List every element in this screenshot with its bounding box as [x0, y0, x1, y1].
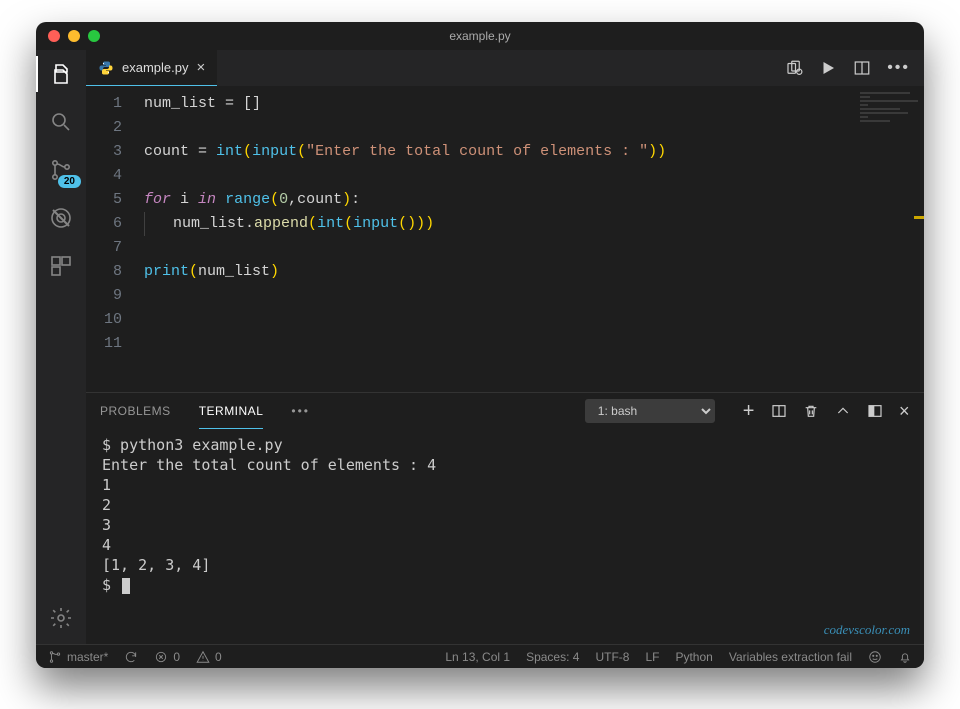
explorer-icon[interactable] [47, 60, 75, 88]
line-gutter: 1234567891011 [86, 86, 136, 392]
minimap[interactable] [860, 92, 920, 132]
code-editor[interactable]: 1234567891011 num_list = []count = int(i… [86, 86, 924, 392]
split-terminal-icon[interactable] [771, 403, 787, 419]
close-panel-icon[interactable]: × [899, 401, 910, 422]
panel-tabs: PROBLEMS TERMINAL ••• 1: bash + × [86, 393, 924, 429]
tab-problems[interactable]: PROBLEMS [100, 394, 171, 428]
terminal-lines: $ python3 example.pyEnter the total coun… [102, 435, 908, 595]
source-control-icon[interactable]: 20 [47, 156, 75, 184]
tab-terminal[interactable]: TERMINAL [199, 394, 264, 429]
tab-example-py[interactable]: example.py × [86, 50, 217, 86]
warning-icon [196, 650, 210, 664]
toggle-panel-icon[interactable] [867, 403, 883, 419]
window-title: example.py [36, 29, 924, 43]
python-file-icon [98, 60, 114, 76]
vscode-window: example.py 20 [36, 22, 924, 668]
panel-more-icon[interactable]: ••• [291, 404, 310, 418]
code-area[interactable]: num_list = []count = int(input("Enter th… [136, 86, 924, 392]
new-terminal-icon[interactable]: + [743, 404, 755, 418]
compare-changes-icon[interactable] [785, 59, 803, 77]
status-spaces[interactable]: Spaces: 4 [526, 650, 579, 664]
status-cursor[interactable]: Ln 13, Col 1 [445, 650, 510, 664]
status-branch[interactable]: master* [48, 650, 108, 664]
branch-icon [48, 650, 62, 664]
kill-terminal-icon[interactable] [803, 403, 819, 419]
status-warnings[interactable]: 0 [196, 650, 222, 664]
activity-bar: 20 [36, 50, 86, 644]
editor-tabs: example.py × ••• [86, 50, 924, 86]
extensions-icon[interactable] [47, 252, 75, 280]
terminal-selector[interactable]: 1: bash [585, 399, 715, 423]
tab-filename: example.py [122, 60, 188, 75]
bell-icon [898, 650, 912, 664]
maximize-panel-icon[interactable] [835, 403, 851, 419]
more-actions-icon[interactable]: ••• [887, 59, 910, 77]
search-icon[interactable] [47, 108, 75, 136]
status-feedback[interactable] [868, 650, 882, 664]
sync-icon [124, 650, 138, 664]
status-errors[interactable]: 0 [154, 650, 180, 664]
settings-gear-icon[interactable] [47, 604, 75, 632]
bottom-panel: PROBLEMS TERMINAL ••• 1: bash + × [86, 392, 924, 644]
status-bar: master* 0 0 Ln 13, Col 1 Spaces: 4 UTF-8… [36, 644, 924, 668]
status-encoding[interactable]: UTF-8 [595, 650, 629, 664]
terminal-output[interactable]: $ python3 example.pyEnter the total coun… [86, 429, 924, 644]
status-sync[interactable] [124, 650, 138, 664]
status-eol[interactable]: LF [645, 650, 659, 664]
editor-actions: ••• [785, 50, 924, 86]
status-language[interactable]: Python [675, 650, 712, 664]
overview-ruler-marker [914, 216, 924, 219]
run-icon[interactable] [819, 59, 837, 77]
debug-icon[interactable] [47, 204, 75, 232]
watermark: codevscolor.com [824, 620, 910, 640]
error-icon [154, 650, 168, 664]
split-editor-icon[interactable] [853, 59, 871, 77]
status-message[interactable]: Variables extraction fail [729, 650, 852, 664]
source-control-badge: 20 [58, 175, 81, 188]
tab-close-icon[interactable]: × [196, 59, 205, 76]
status-notifications[interactable] [898, 650, 912, 664]
title-bar: example.py [36, 22, 924, 50]
smiley-icon [868, 650, 882, 664]
